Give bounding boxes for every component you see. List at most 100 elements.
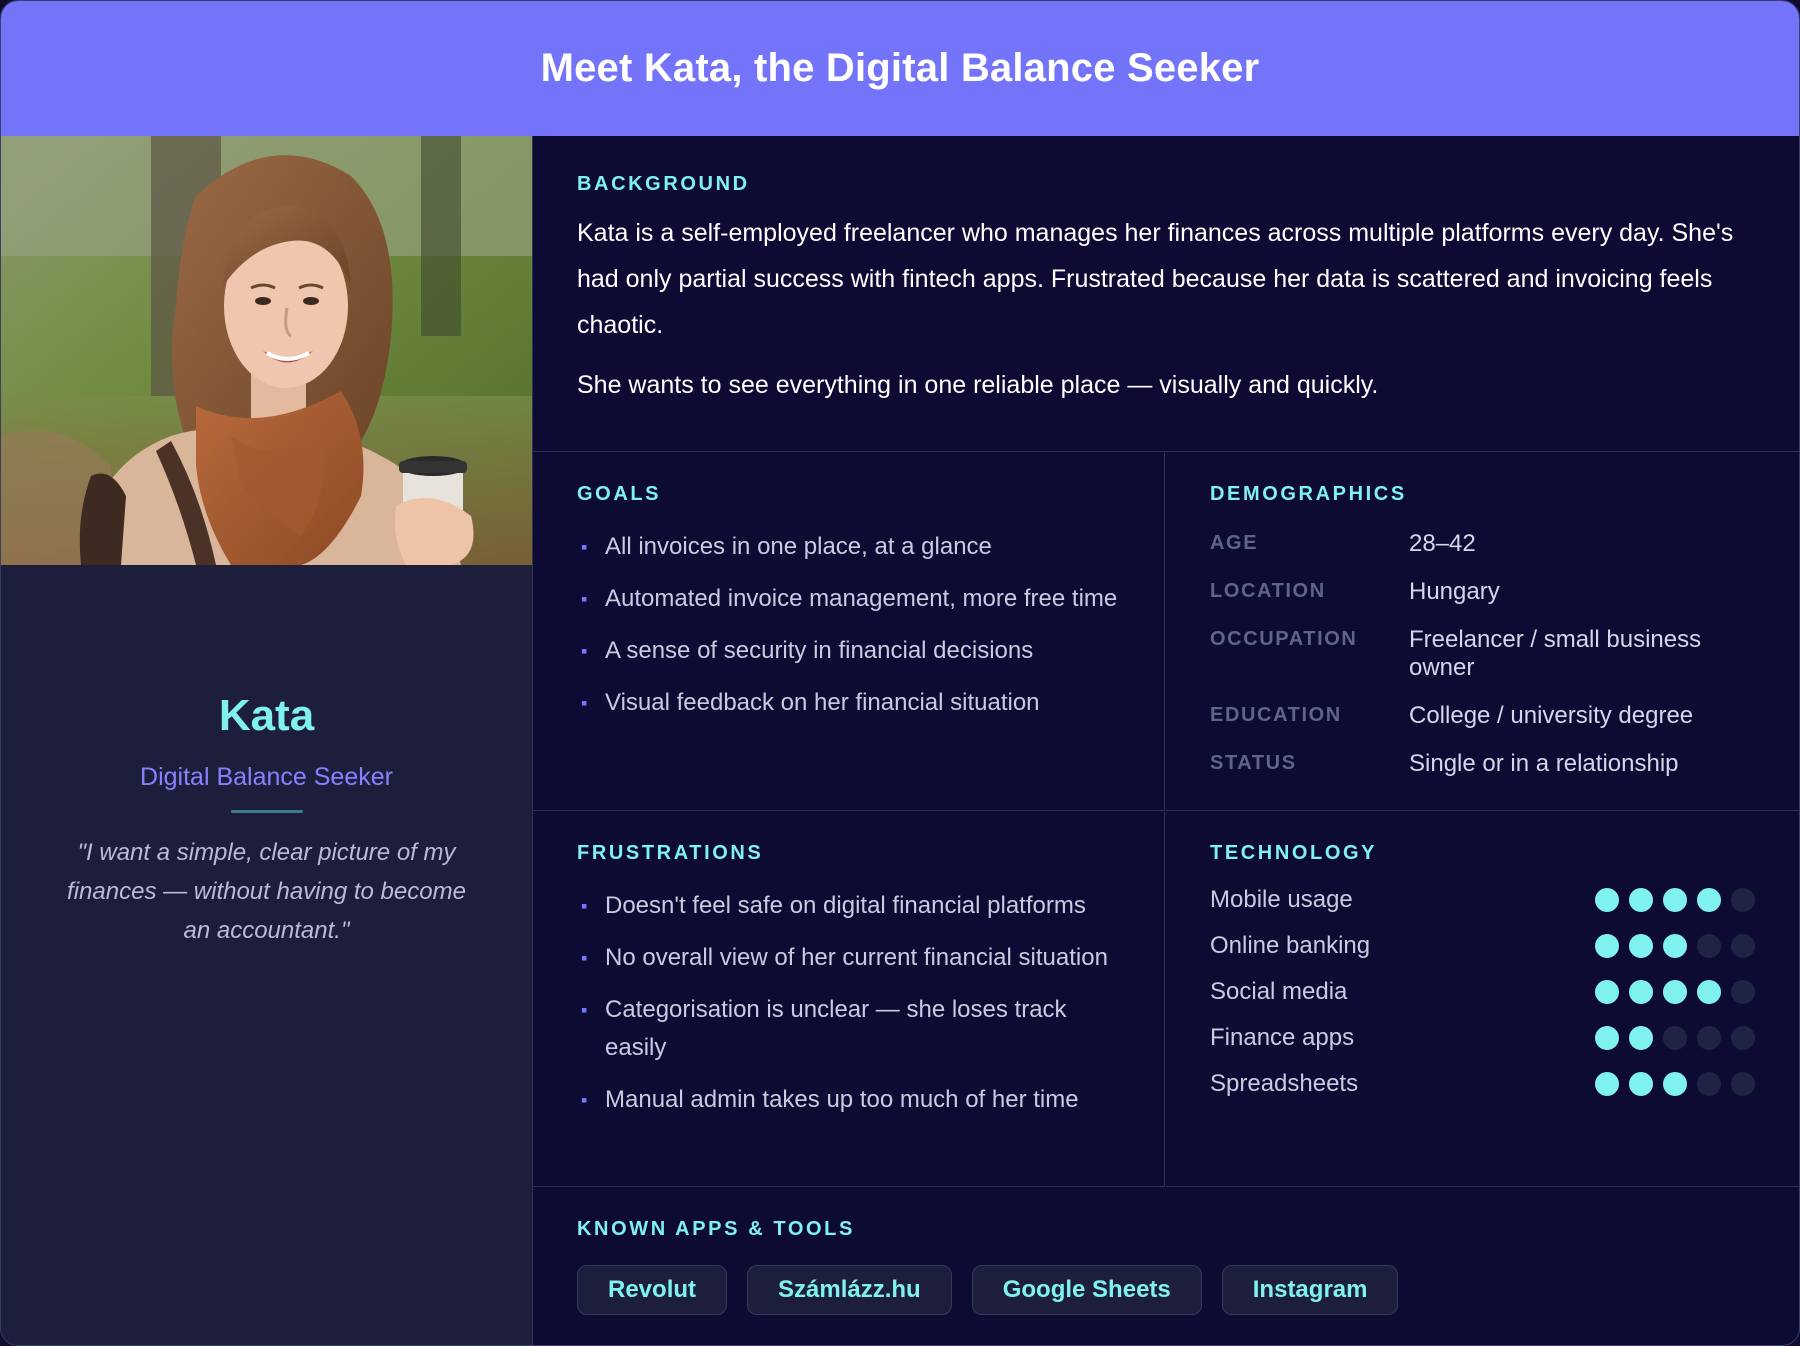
bullet-icon: ▪ <box>581 1090 588 1110</box>
rating-dot-filled <box>1629 980 1653 1004</box>
persona-role: Digital Balance Seeker <box>140 763 393 791</box>
rating-dot-filled <box>1663 888 1687 912</box>
list-item-text: A sense of security in financial decisio… <box>605 637 1034 664</box>
tech-label: Social media <box>1210 978 1348 1005</box>
background-paragraph: Kata is a self-employed freelancer who m… <box>577 219 1734 339</box>
list-item: ▪ Manual admin takes up too much of her t… <box>577 1081 1120 1119</box>
rating-dot-empty <box>1697 934 1721 958</box>
rating-dots <box>1595 1072 1755 1096</box>
rating-dot-filled <box>1697 980 1721 1004</box>
tech-row: Mobile usage <box>1210 877 1755 923</box>
rating-dots <box>1595 1026 1755 1050</box>
frustrations-section: FRUSTRATIONS ▪ Doesn't feel safe on digit… <box>533 812 1165 1187</box>
rating-dot-empty <box>1731 1072 1755 1096</box>
portrait-illustration <box>1 136 532 565</box>
demo-value: Hungary <box>1409 578 1500 605</box>
details-column: BACKGROUND Kata is a self-employed freel… <box>533 136 1799 1345</box>
list-item-text: Categorisation is unclear — she loses tr… <box>605 996 1067 1061</box>
rating-dot-empty <box>1731 934 1755 958</box>
profile-column: Kata Digital Balance Seeker "I want a si… <box>1 136 533 1345</box>
header-bar: Meet Kata, the Digital Balance Seeker <box>1 1 1799 136</box>
bullet-icon: ▪ <box>581 641 588 661</box>
rating-dots <box>1595 934 1755 958</box>
persona-name: Kata <box>218 691 315 740</box>
tech-row: Spreadsheets <box>1210 1061 1755 1107</box>
list-item-text: Doesn't feel safe on digital financial p… <box>605 892 1086 919</box>
tool-chips: Revolut Számlázz.hu Google Sheets Instag… <box>577 1265 1755 1315</box>
profile-summary: Kata Digital Balance Seeker "I want a si… <box>1 691 532 950</box>
demo-value: College / university degree <box>1409 702 1694 729</box>
technology-ratings: Mobile usage Online banking Social media… <box>1210 877 1755 1107</box>
bullet-icon: ▪ <box>581 1000 588 1020</box>
tool-chip[interactable]: Revolut <box>577 1265 728 1315</box>
rating-dot-filled <box>1595 888 1619 912</box>
demo-value: Single or in a relationship <box>1409 750 1679 777</box>
tool-chip[interactable]: Google Sheets <box>971 1265 1202 1315</box>
tools-section: KNOWN APPS & TOOLS Revolut Számlázz.hu G… <box>533 1188 1799 1345</box>
rating-dot-filled <box>1629 1026 1653 1050</box>
rating-dot-filled <box>1629 888 1653 912</box>
rating-dot-filled <box>1629 934 1653 958</box>
goals-section: GOALS ▪ All invoices in one place, at a g… <box>533 453 1165 811</box>
list-item-text: All invoices in one place, at a glance <box>605 533 992 560</box>
section-title: GOALS <box>577 483 662 505</box>
tech-label: Spreadsheets <box>1210 1070 1359 1097</box>
bullet-icon: ▪ <box>581 589 588 609</box>
demo-label: AGE <box>1210 532 1259 554</box>
section-title: KNOWN APPS & TOOLS <box>577 1218 855 1240</box>
rating-dots <box>1595 980 1755 1004</box>
rating-dot-filled <box>1595 1072 1619 1096</box>
rating-dot-filled <box>1663 980 1687 1004</box>
tech-row: Finance apps <box>1210 1015 1755 1061</box>
list-item: ▪ Visual feedback on her financial situat… <box>577 684 1120 722</box>
rating-dot-empty <box>1731 888 1755 912</box>
list-item: ▪ Automated invoice management, more free… <box>577 580 1120 618</box>
demo-label: EDUCATION <box>1210 704 1342 726</box>
section-title: TECHNOLOGY <box>1210 842 1378 864</box>
rating-dot-filled <box>1595 980 1619 1004</box>
tech-row: Online banking <box>1210 923 1755 969</box>
list-item: ▪ No overall view of her current financia… <box>577 939 1120 977</box>
list-item: ▪ A sense of security in financial decisi… <box>577 632 1120 670</box>
list-item: ▪ Categorisation is unclear — she loses t… <box>577 991 1120 1067</box>
rating-dot-filled <box>1663 1072 1687 1096</box>
list-item-text: Manual admin takes up too much of her ti… <box>605 1086 1079 1113</box>
rating-dot-filled <box>1697 888 1721 912</box>
portrait-photo <box>1 136 532 565</box>
technology-section: TECHNOLOGY Mobile usage Online banking S… <box>1166 812 1799 1187</box>
rating-dot-empty <box>1731 980 1755 1004</box>
demo-label: LOCATION <box>1210 580 1326 602</box>
tool-chip[interactable]: Instagram <box>1221 1265 1399 1315</box>
page-title: Meet Kata, the Digital Balance Seeker <box>540 46 1260 90</box>
demographics-table: AGE 28–42 LOCATION Hungary OCCUPATION Fr… <box>1210 526 1755 794</box>
demo-value: Freelancer / small business owner <box>1409 626 1702 681</box>
persona-card: Meet Kata, the Digital Balance Seeker Ka… <box>0 0 1800 1346</box>
bullet-icon: ▪ <box>581 948 588 968</box>
rating-dot-empty <box>1663 1026 1687 1050</box>
rating-dot-empty <box>1697 1026 1721 1050</box>
list-item-text: No overall view of her current financial… <box>605 944 1108 971</box>
demo-label: STATUS <box>1210 752 1297 774</box>
demo-label: OCCUPATION <box>1210 628 1358 650</box>
list-item-text: Automated invoice management, more free … <box>605 585 1118 612</box>
tech-row: Social media <box>1210 969 1755 1015</box>
persona-quote: "I want a simple, clear picture of my fi… <box>67 839 466 944</box>
background-section: BACKGROUND Kata is a self-employed freel… <box>533 136 1799 452</box>
section-title: DEMOGRAPHICS <box>1210 483 1407 505</box>
rating-dot-filled <box>1595 1026 1619 1050</box>
tech-label: Mobile usage <box>1210 886 1353 913</box>
bullet-icon: ▪ <box>581 693 588 713</box>
rating-dot-empty <box>1731 1026 1755 1050</box>
bullet-icon: ▪ <box>581 537 588 557</box>
rating-dot-filled <box>1595 934 1619 958</box>
background-paragraph: She wants to see everything in one relia… <box>577 371 1379 399</box>
list-item: ▪ All invoices in one place, at a glance <box>577 528 1120 566</box>
list-item-text: Visual feedback on her financial situati… <box>605 689 1040 716</box>
tech-label: Finance apps <box>1210 1024 1355 1051</box>
divider <box>230 810 303 813</box>
demo-value: 28–42 <box>1409 530 1476 557</box>
tool-chip[interactable]: Számlázz.hu <box>747 1265 952 1315</box>
section-title: BACKGROUND <box>577 173 750 195</box>
frustrations-list: ▪ Doesn't feel safe on digital financial … <box>577 887 1120 1119</box>
rating-dot-empty <box>1697 1072 1721 1096</box>
